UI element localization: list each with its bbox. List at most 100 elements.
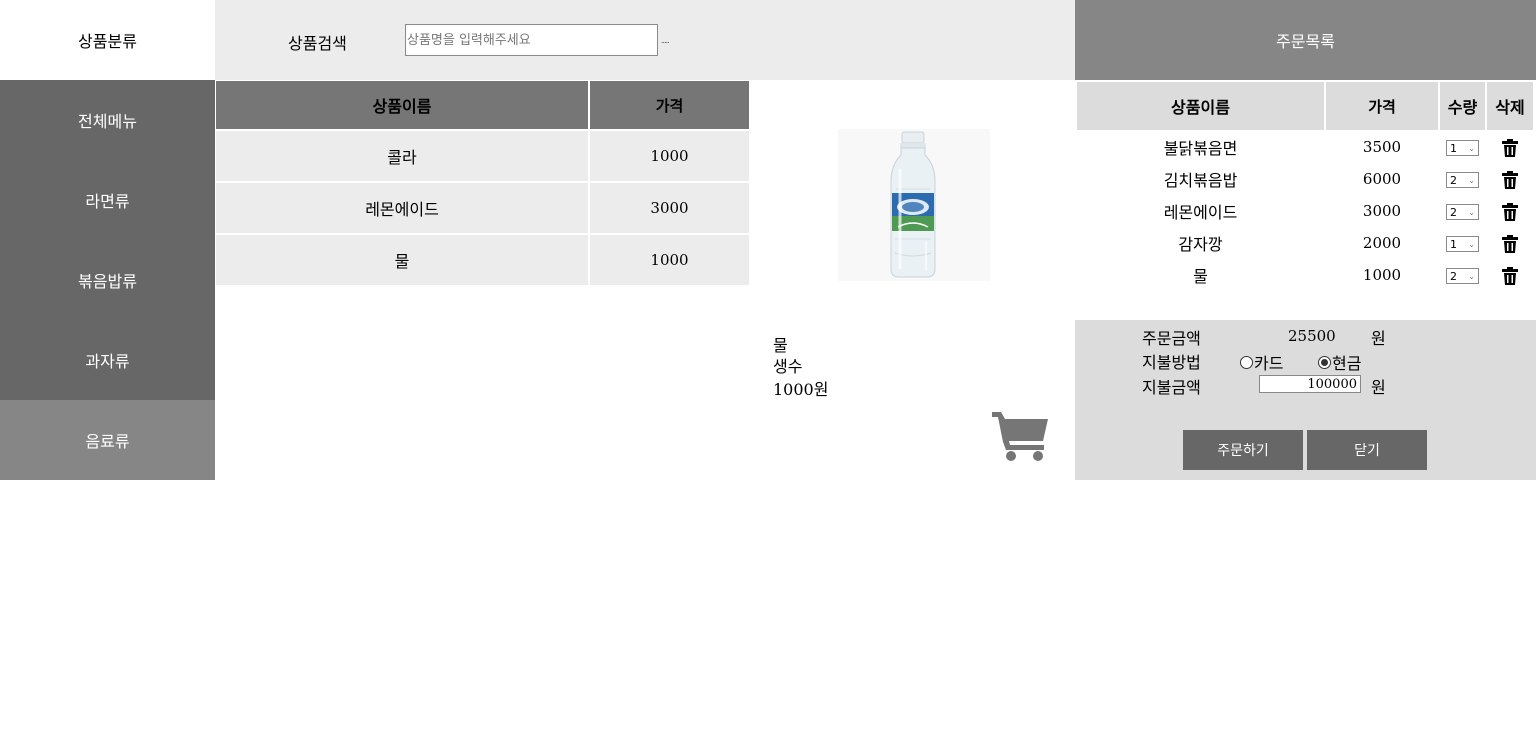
search-bar: 상품검색 ..... bbox=[215, 0, 1075, 80]
order-item-price: 3000 bbox=[1326, 196, 1438, 226]
order-amount-value: 25500 bbox=[1288, 327, 1336, 345]
order-item-delete-cell bbox=[1487, 260, 1533, 290]
order-table-header: 상품이름 가격 수량 삭제 bbox=[1077, 82, 1533, 130]
column-header-price: 가격 bbox=[590, 81, 751, 131]
payment-amount-label: 지불금액 bbox=[1142, 378, 1201, 397]
category-label: 과자류 bbox=[85, 352, 130, 371]
column-header-name: 상품이름 bbox=[1077, 82, 1324, 130]
detail-price: 1000원 bbox=[773, 380, 829, 399]
order-item-qty-cell: 2 ⌄ bbox=[1440, 260, 1485, 290]
quantity-select[interactable]: 1 ⌄ bbox=[1446, 236, 1479, 252]
payment-amount-unit: 원 bbox=[1371, 378, 1386, 397]
order-item-price: 2000 bbox=[1326, 228, 1438, 258]
order-item-name: 불닭볶음면 bbox=[1077, 132, 1324, 162]
add-to-cart-button[interactable] bbox=[990, 407, 1052, 463]
product-row[interactable]: 콜라 1000 bbox=[216, 131, 751, 183]
payment-cash-radio[interactable]: 현금 bbox=[1318, 350, 1361, 374]
product-price: 1000 bbox=[590, 131, 751, 183]
product-name: 콜라 bbox=[216, 131, 590, 183]
product-name: 물 bbox=[216, 235, 590, 287]
quantity-value: 1 bbox=[1450, 141, 1457, 155]
trash-icon[interactable] bbox=[1502, 266, 1518, 285]
order-item-name: 레몬에이드 bbox=[1077, 196, 1324, 226]
radio-icon bbox=[1240, 355, 1253, 369]
trash-icon[interactable] bbox=[1502, 202, 1518, 221]
order-item-price: 3500 bbox=[1326, 132, 1438, 162]
chevron-down-icon: ⌄ bbox=[1468, 239, 1475, 249]
quantity-select[interactable]: 2 ⌄ bbox=[1446, 268, 1479, 284]
category-drinks[interactable]: 음료류 bbox=[0, 400, 215, 480]
place-order-button[interactable]: 주문하기 bbox=[1183, 430, 1303, 470]
category-label: 볶음밥류 bbox=[78, 272, 137, 291]
order-item-qty-cell: 2 ⌄ bbox=[1440, 164, 1485, 194]
category-ramen[interactable]: 라면류 bbox=[0, 160, 215, 240]
product-row[interactable]: 물 1000 bbox=[216, 235, 751, 287]
quantity-select[interactable]: 2 ⌄ bbox=[1446, 204, 1479, 220]
order-item-name: 감자깡 bbox=[1077, 228, 1324, 258]
radio-label: 카드 bbox=[1254, 354, 1284, 373]
water-bottle-image bbox=[838, 129, 990, 281]
category-label: 라면류 bbox=[85, 192, 130, 211]
order-row: 감자깡 2000 1 ⌄ bbox=[1077, 228, 1533, 258]
radio-label: 현금 bbox=[1332, 354, 1362, 373]
product-price: 1000 bbox=[590, 235, 751, 287]
payment-card-radio[interactable]: 카드 bbox=[1240, 350, 1283, 374]
order-list-title: 주문목록 bbox=[1075, 0, 1536, 80]
order-item-qty-cell: 1 ⌄ bbox=[1440, 228, 1485, 258]
order-item-delete-cell bbox=[1487, 196, 1533, 226]
order-item-delete-cell bbox=[1487, 132, 1533, 162]
quantity-select[interactable]: 1 ⌄ bbox=[1446, 140, 1479, 156]
order-row: 불닭볶음면 3500 1 ⌄ bbox=[1077, 132, 1533, 162]
payment-method-label: 지불방법 bbox=[1142, 353, 1201, 372]
radio-icon bbox=[1318, 355, 1331, 369]
order-item-price: 1000 bbox=[1326, 260, 1438, 290]
column-header-price: 가격 bbox=[1326, 82, 1438, 130]
category-title: 상품분류 bbox=[0, 0, 215, 80]
quantity-value: 2 bbox=[1450, 205, 1457, 219]
column-header-quantity: 수량 bbox=[1440, 82, 1485, 130]
product-name: 레몬에이드 bbox=[216, 183, 590, 235]
category-label: 음료류 bbox=[85, 432, 130, 451]
pos-app: 상품분류 전체메뉴 라면류 볶음밥류 과자류 음료류 상품검색 ..... 상품… bbox=[0, 0, 1536, 750]
order-item-name: 김치볶음밥 bbox=[1077, 164, 1324, 194]
chevron-down-icon: ⌄ bbox=[1468, 175, 1475, 185]
chevron-down-icon: ⌄ bbox=[1468, 207, 1475, 217]
product-table: 상품이름 가격 콜라 1000 레몬에이드 3000 물 1000 bbox=[216, 81, 751, 287]
trash-icon[interactable] bbox=[1502, 170, 1518, 189]
order-row: 김치볶음밥 6000 2 ⌄ bbox=[1077, 164, 1533, 194]
chevron-down-icon: ⌄ bbox=[1468, 271, 1475, 281]
chevron-down-icon: ⌄ bbox=[1468, 143, 1475, 153]
search-input[interactable] bbox=[405, 24, 658, 56]
shopping-cart-icon bbox=[992, 412, 1048, 461]
order-item-delete-cell bbox=[1487, 228, 1533, 258]
quantity-value: 2 bbox=[1450, 269, 1457, 283]
order-table: 상품이름 가격 수량 삭제 불닭볶음면 3500 1 ⌄ 김치볶음밥 6000 2 ⌄ 레몬에이… bbox=[1075, 80, 1535, 292]
order-item-price: 6000 bbox=[1326, 164, 1438, 194]
category-fried-rice[interactable]: 볶음밥류 bbox=[0, 240, 215, 320]
category-label: 전체메뉴 bbox=[78, 112, 137, 131]
order-item-qty-cell: 1 ⌄ bbox=[1440, 132, 1485, 162]
product-price: 3000 bbox=[590, 183, 751, 235]
quantity-value: 2 bbox=[1450, 173, 1457, 187]
close-button[interactable]: 닫기 bbox=[1307, 430, 1427, 470]
search-label: 상품검색 bbox=[288, 34, 347, 53]
column-header-name: 상품이름 bbox=[216, 81, 590, 131]
quantity-value: 1 bbox=[1450, 237, 1457, 251]
trash-icon[interactable] bbox=[1502, 234, 1518, 253]
trash-icon[interactable] bbox=[1502, 138, 1518, 157]
order-amount-unit: 원 bbox=[1371, 329, 1386, 348]
category-snacks[interactable]: 과자류 bbox=[0, 320, 215, 400]
order-amount-label: 주문금액 bbox=[1142, 329, 1201, 348]
order-row: 물 1000 2 ⌄ bbox=[1077, 260, 1533, 290]
product-table-header: 상품이름 가격 bbox=[216, 81, 751, 131]
search-hint-dots: ..... bbox=[661, 36, 670, 45]
quantity-select[interactable]: 2 ⌄ bbox=[1446, 172, 1479, 188]
payment-amount-input[interactable] bbox=[1259, 375, 1361, 393]
column-header-delete: 삭제 bbox=[1487, 82, 1533, 130]
product-row[interactable]: 레몬에이드 3000 bbox=[216, 183, 751, 235]
category-all[interactable]: 전체메뉴 bbox=[0, 80, 215, 160]
order-item-qty-cell: 2 ⌄ bbox=[1440, 196, 1485, 226]
order-item-delete-cell bbox=[1487, 164, 1533, 194]
order-row: 레몬에이드 3000 2 ⌄ bbox=[1077, 196, 1533, 226]
category-sidebar: 상품분류 전체메뉴 라면류 볶음밥류 과자류 음료류 bbox=[0, 0, 215, 480]
